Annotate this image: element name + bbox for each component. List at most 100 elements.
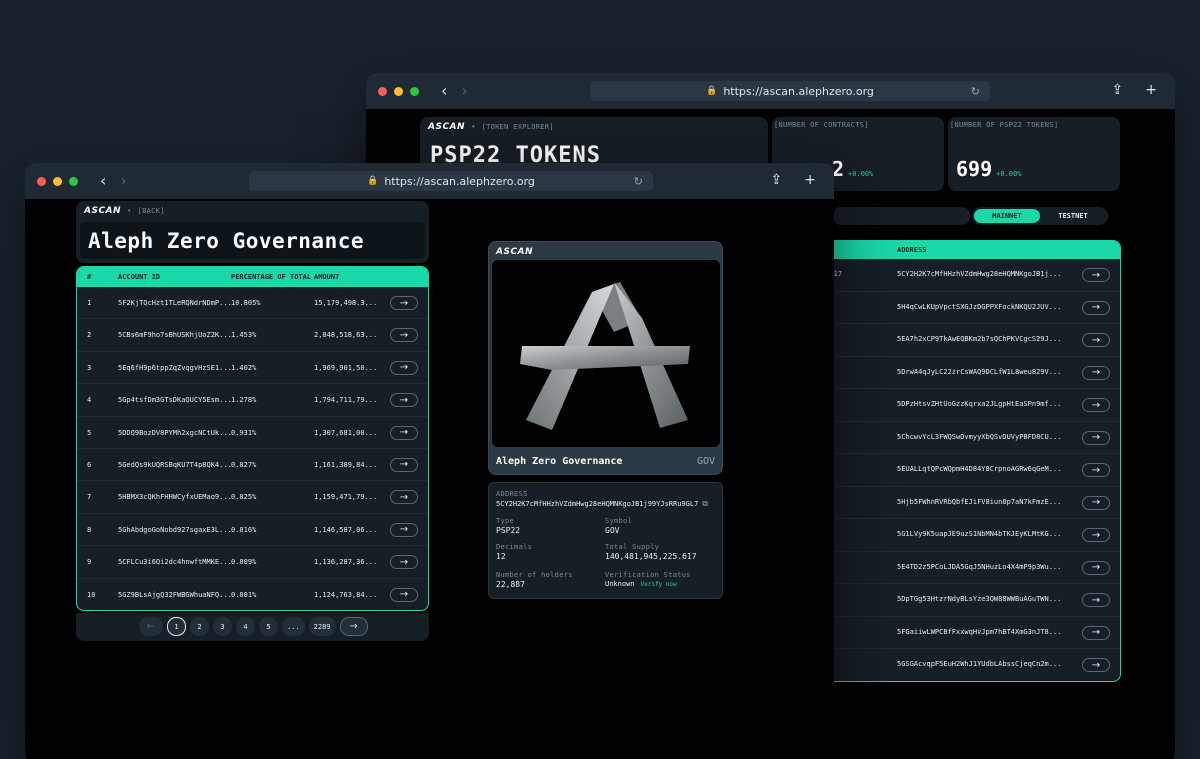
row-open-button[interactable]: → — [390, 555, 418, 570]
verification-value: Unknown — [605, 580, 635, 588]
page-button[interactable]: 1 — [167, 617, 186, 636]
row-open-button[interactable]: → — [1082, 463, 1110, 477]
table-row[interactable]: 5DrwA4qJyLC22zrCsWAQ9DCLfW1L8weu829V... → — [821, 357, 1120, 389]
minimize-window-icon[interactable] — [53, 176, 62, 186]
front-browser-window: ‹ › 🔒 https://ascan.alephzero.org ↻ ⇪ + … — [25, 163, 834, 759]
table-row[interactable]: 005G1LVy9K5uapJE9uzS1NbMN4bTKJEyKLMtKG..… — [821, 519, 1120, 552]
breadcrumb[interactable]: [TOKEN EXPLORER] — [482, 123, 554, 131]
new-tab-icon[interactable]: + — [1145, 82, 1157, 98]
table-row[interactable]: 9 5CFLCu3i6Qi2dc4hnwftMMKE... 0.809% 1,136,… — [77, 546, 428, 579]
table-row[interactable]: 8 5GhAbdgoGoNobd927sgaxE3L... 0.816% 1,146,… — [77, 514, 428, 547]
row-account-id[interactable]: 5F2KjTQcHzt1TLeRQNdrNDmP... — [118, 299, 232, 307]
row-open-button[interactable]: → — [1082, 495, 1110, 510]
back-nav-icon[interactable]: ‹ — [441, 83, 447, 99]
row-account-id[interactable]: 5CFLCu3i6Qi2dc4hnwftMMKE... — [118, 558, 232, 566]
ascan-logo[interactable]: ASCAN — [428, 122, 465, 132]
row-account-id[interactable]: 5HBMX3cQKhFHHWCyfxUEMao9... — [118, 493, 232, 501]
row-open-button[interactable]: → — [390, 393, 418, 408]
row-open-button[interactable]: → — [1082, 333, 1110, 347]
address-bar[interactable]: 🔒 https://ascan.alephzero.org ↻ — [590, 81, 990, 101]
row-open-button[interactable]: → — [1082, 528, 1110, 542]
maximize-window-icon[interactable] — [69, 176, 78, 186]
row-open-button[interactable]: → — [390, 296, 418, 310]
ascan-logo[interactable]: ASCAN — [84, 206, 121, 216]
back-nav-icon[interactable]: ‹ — [100, 173, 106, 189]
row-account-id[interactable]: 5DDQ9BozDV8PYMh2xgcNCtUk... — [118, 429, 232, 437]
table-row[interactable]: 005E4TD2z5PCoLJDA5GqJ5NHuzLo4X4mP9p3Wu..… — [821, 552, 1120, 584]
table-row[interactable]: 3 5Eq6fH9p6tppZqZvqgvHzSE1... 1.402% 1,969,… — [77, 352, 428, 385]
testnet-toggle-button[interactable]: TESTNET — [1040, 209, 1106, 223]
reload-icon[interactable]: ↻ — [971, 85, 980, 98]
copy-icon[interactable]: ⧉ — [702, 499, 708, 509]
next-page-button[interactable]: → — [339, 617, 368, 636]
pagination: ← 1 2 3 4 5... 2289 → — [139, 617, 368, 636]
row-open-button[interactable]: → — [1082, 625, 1110, 640]
table-row[interactable]: 4 5Gp4tsfDm3GTsDKaQUCY5Esm... 1.278% 1,794,… — [77, 384, 428, 417]
row-account-id[interactable]: 5Eq6fH9p6tppZqZvqgvHzSE1... — [118, 364, 232, 372]
row-open-button[interactable]: → — [1082, 365, 1110, 380]
row-amount: 1,124,763,84... — [314, 590, 378, 599]
row-open-button[interactable]: → — [1082, 560, 1110, 575]
verify-now-link[interactable]: Verify now — [641, 581, 677, 588]
row-account-id[interactable]: 5GhAbdgoGoNobd927sgaxE3L... — [118, 526, 232, 534]
table-row[interactable]: 5ChcwvYcL3FWQSwDvmyyXbQSvDUVyPBFD8CU... → — [821, 422, 1120, 454]
row-open-button[interactable]: → — [390, 457, 418, 472]
table-row[interactable]: 5Hjb5FWhnRVRbQbfEJiFV8iun8p7aN7kFmzE... → — [821, 487, 1120, 519]
lock-icon: 🔒 — [367, 176, 379, 186]
reload-icon[interactable]: ↻ — [634, 175, 643, 188]
page-button[interactable]: 5 — [259, 617, 278, 636]
row-open-button[interactable]: → — [390, 360, 418, 375]
page-button[interactable]: 4 — [236, 617, 255, 636]
table-row[interactable]: 5GSGAcvqpF5EuH2WhJ1YUdbLAbssCjeqCn2m... → — [821, 649, 1120, 681]
table-row[interactable]: 5FGaiiwLWPCBfFxxwqHvJpm7hBT4XmG3nJT8... → — [821, 617, 1120, 649]
page-button[interactable]: 2289 — [308, 617, 336, 636]
page-button[interactable]: ... — [282, 617, 305, 636]
row-account-id[interactable]: 5GZ9BLsAjgQ32FWBGWhuaNFQ... — [118, 591, 232, 599]
verification-label: Verification Status — [605, 571, 691, 579]
table-row[interactable]: 5EUALLqtQPcWQpmH4D84Y8CrpnoAGRw6qGeM... → — [821, 454, 1120, 487]
prev-page-button[interactable]: ← — [139, 617, 163, 636]
row-open-button[interactable]: → — [1082, 430, 1110, 445]
row-open-button[interactable]: → — [390, 522, 418, 537]
table-row[interactable]: 6.6175CY2H2K7cMfHHzhVZdmHwg28eHQMNKgoJB1… — [821, 259, 1120, 292]
table-row[interactable]: 5EA7h2xCP9TkAwEQBKm2b7sQChPKVCgcS29J... → — [821, 324, 1120, 357]
table-row[interactable]: 10 5GZ9BLsAjgQ32FWBGWhuaNFQ... 0.801% 1,124… — [77, 579, 428, 610]
table-row[interactable]: 005DpTGg53HtzrNdyBLsYze3QW88WWBuAGuTWN..… — [821, 584, 1120, 617]
row-account-id[interactable]: 5Gp4tsfDm3GTsDKaQUCY5Esm... — [118, 396, 232, 404]
table-row[interactable]: 1285DPzHtsvZHtUoGzzKqrxa2JLgpHtEaSPn9mf.… — [821, 389, 1120, 422]
row-open-button[interactable]: → — [1082, 658, 1110, 672]
row-open-button[interactable]: → — [1082, 268, 1110, 282]
page-button[interactable]: 3 — [213, 617, 232, 636]
share-icon[interactable]: ⇪ — [771, 172, 783, 188]
share-icon[interactable]: ⇪ — [1112, 82, 1124, 98]
row-open-button[interactable]: → — [1082, 398, 1110, 412]
table-row[interactable]: 1 5F2KjTQcHzt1TLeRQNdrNDmP... 10.805% 15,17… — [77, 287, 428, 320]
table-row[interactable]: 7 5HBMX3cQKhFHHWCyfxUEMao9... 0.825% 1,159,… — [77, 481, 428, 514]
address-bar[interactable]: 🔒 https://ascan.alephzero.org ↻ — [249, 171, 653, 191]
table-row[interactable]: 5 5DDQ9BozDV8PYMh2xgcNCtUk... 0.931% 1,307,… — [77, 417, 428, 449]
row-open-button[interactable]: → — [390, 425, 418, 440]
url-text: https://ascan.alephzero.org — [384, 174, 535, 188]
table-row[interactable]: 2 5CBs6mF9ho7sBhUSKhjUoZ2K... 1.453% 2,848,… — [77, 319, 428, 352]
page-button[interactable]: 2 — [190, 617, 209, 636]
forward-nav-icon[interactable]: › — [120, 173, 126, 189]
close-window-icon[interactable] — [378, 86, 387, 96]
new-tab-icon[interactable]: + — [804, 172, 816, 188]
table-row[interactable]: 15H4qCwLKUpVpctSXGJzDGPPXFockNKQU2JUV...… — [821, 292, 1120, 324]
row-open-button[interactable]: → — [1082, 300, 1110, 315]
row-open-button[interactable]: → — [1082, 593, 1110, 607]
maximize-window-icon[interactable] — [410, 86, 419, 96]
row-account-id[interactable]: 5GedQs9kUQRSBqKU7T4p8QK4... — [118, 461, 232, 469]
close-window-icon[interactable] — [37, 176, 46, 186]
row-open-button[interactable]: → — [390, 328, 418, 343]
forward-nav-icon[interactable]: › — [461, 83, 467, 99]
row-open-button[interactable]: → — [390, 587, 418, 602]
row-account-id[interactable]: 5CBs6mF9ho7sBhUSKhjUoZ2K... — [118, 331, 232, 339]
search-bar[interactable] — [832, 207, 970, 225]
row-open-button[interactable]: → — [390, 490, 418, 505]
table-row[interactable]: 6 5GedQs9kUQRSBqKU7T4p8QK4... 0.827% 1,161,… — [77, 449, 428, 482]
back-link[interactable]: [BACK] — [138, 207, 165, 215]
tokens-table-body: 6.6175CY2H2K7cMfHHzhVZdmHwg28eHQMNKgoJB1… — [821, 259, 1120, 681]
mainnet-toggle-button[interactable]: MAINNET — [974, 209, 1040, 223]
minimize-window-icon[interactable] — [394, 86, 403, 96]
